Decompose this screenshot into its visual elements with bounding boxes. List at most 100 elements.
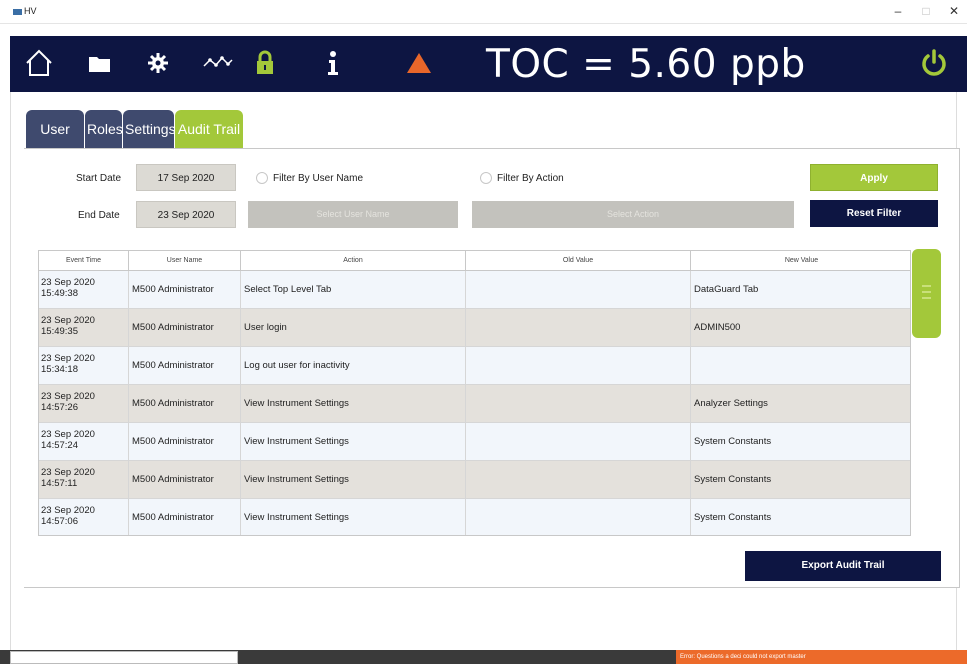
old-value-cell (466, 347, 691, 385)
lock-icon[interactable] (256, 50, 274, 76)
table-row[interactable]: 23 Sep 2020 15:34:18 M500 Administrator L… (39, 347, 910, 385)
info-icon[interactable] (326, 50, 340, 76)
event-time: 14:57:24 (41, 440, 78, 451)
filter-action-radio[interactable] (480, 172, 492, 184)
action-cell: Log out user for inactivity (241, 347, 466, 385)
event-time-cell: 23 Sep 2020 14:57:06 (39, 499, 129, 535)
old-value-cell (466, 423, 691, 461)
new-value-cell: DataGuard Tab (694, 284, 759, 295)
event-time: 15:49:35 (41, 326, 78, 337)
app-icon (13, 9, 22, 15)
status-input-area (10, 651, 238, 664)
table-scrollbar-thumb[interactable] (912, 249, 941, 338)
table-row[interactable]: 23 Sep 2020 15:49:35 M500 Administrator U… (39, 309, 910, 347)
user-name-cell: M500 Administrator (129, 461, 241, 499)
user-name-cell: M500 Administrator (129, 309, 241, 347)
start-date-label: Start Date (76, 173, 122, 184)
alert-banner[interactable]: Error: Questions a deci could not export… (676, 650, 967, 664)
event-time: 14:57:06 (41, 516, 78, 527)
event-date: 23 Sep 2020 (41, 315, 95, 326)
maximize-icon[interactable]: □ (916, 4, 936, 18)
event-date: 23 Sep 2020 (41, 353, 95, 364)
table-row[interactable]: 23 Sep 2020 14:57:26 M500 Administrator V… (39, 385, 910, 423)
action-cell: View Instrument Settings (241, 423, 466, 461)
power-icon[interactable] (920, 49, 948, 77)
header-event-time[interactable]: Event Time (39, 251, 129, 271)
header-new-value[interactable]: New Value (691, 251, 910, 271)
trend-icon[interactable] (202, 54, 234, 70)
close-icon[interactable]: ✕ (944, 4, 964, 18)
grip-icon (922, 285, 931, 299)
tab-audit-trail[interactable]: Audit Trail (175, 110, 243, 148)
action-cell: User login (241, 309, 466, 347)
action-cell: View Instrument Settings (241, 385, 466, 423)
user-name-cell: M500 Administrator (129, 423, 241, 461)
old-value-cell (466, 499, 691, 535)
table-header: Event Time User Name Action Old Value Ne… (39, 251, 910, 271)
user-name-cell: M500 Administrator (129, 271, 241, 309)
event-time: 15:34:18 (41, 364, 78, 375)
new-value-cell: Analyzer Settings (694, 398, 768, 409)
application-window: HV – □ ✕ TOC = 5.60 ppb User Roles Setti… (0, 0, 967, 664)
user-name-cell: M500 Administrator (129, 385, 241, 423)
select-action-button[interactable]: Select Action (472, 201, 794, 228)
table-row[interactable]: 23 Sep 2020 14:57:11 M500 Administrator V… (39, 461, 910, 499)
header-action[interactable]: Action (241, 251, 466, 271)
table-row[interactable]: 23 Sep 2020 14:57:06 M500 Administrator V… (39, 499, 910, 535)
export-audit-trail-button[interactable]: Export Audit Trail (745, 551, 941, 581)
action-cell: Select Top Level Tab (241, 271, 466, 309)
event-time-cell: 23 Sep 2020 15:49:35 (39, 309, 129, 347)
tab-settings[interactable]: Settings (123, 110, 176, 148)
home-icon[interactable] (24, 48, 54, 78)
new-value-cell: System Constants (694, 512, 772, 523)
tab-roles[interactable]: Roles (85, 110, 123, 148)
event-time-cell: 23 Sep 2020 14:57:11 (39, 461, 129, 499)
header-old-value[interactable]: Old Value (466, 251, 691, 271)
table-row[interactable]: 23 Sep 2020 14:57:24 M500 Administrator V… (39, 423, 910, 461)
event-time-cell: 23 Sep 2020 14:57:24 (39, 423, 129, 461)
event-time-cell: 23 Sep 2020 15:34:18 (39, 347, 129, 385)
old-value-cell (466, 385, 691, 423)
top-nav-bar: TOC = 5.60 ppb (10, 36, 967, 92)
start-date-field[interactable]: 17 Sep 2020 (136, 164, 236, 191)
new-value-cell: ADMIN500 (694, 322, 741, 333)
window-title: HV (24, 6, 37, 16)
event-time: 15:49:38 (41, 288, 78, 299)
end-date-field[interactable]: 23 Sep 2020 (136, 201, 236, 228)
title-bar: HV – □ ✕ (0, 0, 967, 24)
event-date: 23 Sep 2020 (41, 277, 95, 288)
tab-user-list[interactable]: User List (26, 110, 84, 175)
end-date-label: End Date (78, 210, 120, 221)
event-date: 23 Sep 2020 (41, 391, 95, 402)
apply-button[interactable]: Apply (810, 164, 938, 191)
filter-action-label: Filter By Action (497, 173, 564, 184)
audit-trail-table: Event Time User Name Action Old Value Ne… (38, 250, 911, 536)
event-date: 23 Sep 2020 (41, 429, 95, 440)
toc-reading: TOC = 5.60 ppb (486, 42, 806, 87)
event-time-cell: 23 Sep 2020 14:57:26 (39, 385, 129, 423)
filter-user-radio[interactable] (256, 172, 268, 184)
event-time: 14:57:26 (41, 402, 78, 413)
old-value-cell (466, 461, 691, 499)
header-user-name[interactable]: User Name (129, 251, 241, 271)
warning-icon[interactable] (406, 52, 432, 74)
folder-icon[interactable] (88, 54, 112, 74)
new-value-cell: System Constants (694, 474, 772, 485)
select-user-button[interactable]: Select User Name (248, 201, 458, 228)
event-time-cell: 23 Sep 2020 15:49:38 (39, 271, 129, 309)
old-value-cell (466, 309, 691, 347)
event-time: 14:57:11 (41, 478, 78, 489)
user-name-cell: M500 Administrator (129, 347, 241, 385)
filter-user-label: Filter By User Name (273, 173, 364, 184)
action-cell: View Instrument Settings (241, 499, 466, 535)
new-value-cell (691, 347, 910, 385)
old-value-cell (466, 271, 691, 309)
new-value-cell: System Constants (694, 436, 772, 447)
action-cell: View Instrument Settings (241, 461, 466, 499)
user-name-cell: M500 Administrator (129, 499, 241, 535)
reset-filter-button[interactable]: Reset Filter (810, 200, 938, 227)
minimize-icon[interactable]: – (888, 4, 908, 18)
event-date: 23 Sep 2020 (41, 505, 95, 516)
gear-icon[interactable] (147, 52, 169, 74)
table-row[interactable]: 23 Sep 2020 15:49:38 M500 Administrator S… (39, 271, 910, 309)
